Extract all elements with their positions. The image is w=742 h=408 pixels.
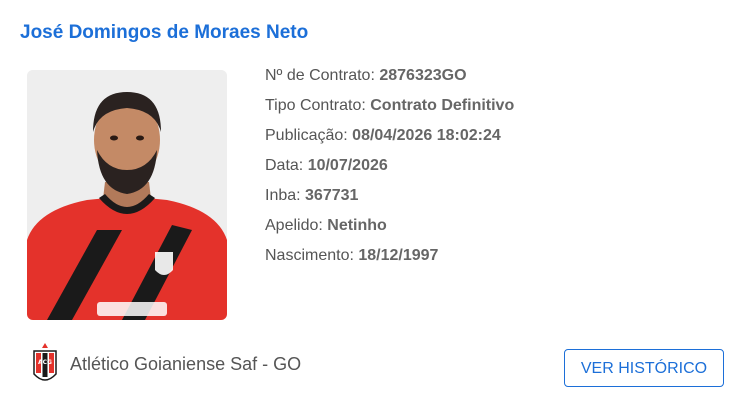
field-value: 08/04/2026 18:02:24 [352, 127, 501, 144]
field-value: 18/12/1997 [358, 247, 439, 264]
field-label: Tipo Contrato: [265, 97, 371, 114]
club-crest-icon: ACG [33, 343, 57, 381]
field-date: Data: 10/07/2026 [265, 156, 514, 186]
player-name: José Domingos de Moraes Neto [20, 22, 309, 43]
field-publication: Publicação: 08/04/2026 18:02:24 [265, 126, 514, 156]
field-nickname: Apelido: Netinho [265, 216, 514, 246]
field-label: Nascimento: [265, 247, 359, 264]
field-label: Nº de Contrato: [265, 67, 380, 84]
field-label: Apelido: [265, 217, 328, 234]
field-label: Data: [265, 157, 308, 174]
player-photo-illustration [27, 70, 227, 320]
player-photo [27, 70, 227, 320]
field-value: 10/07/2026 [307, 157, 388, 174]
club-crest-letters: ACG [38, 359, 52, 366]
field-value: 367731 [305, 187, 359, 204]
contract-details: Nº de Contrato: 2876323GO Tipo Contrato:… [265, 66, 514, 276]
field-value: Contrato Definitivo [370, 97, 515, 114]
field-contract-type: Tipo Contrato: Contrato Definitivo [265, 96, 514, 126]
field-birth: Nascimento: 18/12/1997 [265, 246, 514, 276]
field-inba: Inba: 367731 [265, 186, 514, 216]
view-history-button[interactable]: VER HISTÓRICO [564, 349, 724, 387]
club-info: ACG Atlético Goianiense Saf - GO [30, 342, 301, 386]
field-value: 2876323GO [379, 67, 467, 84]
field-contract-number: Nº de Contrato: 2876323GO [265, 66, 514, 96]
field-value: Netinho [327, 217, 387, 234]
field-label: Inba: [265, 187, 306, 204]
field-label: Publicação: [265, 127, 353, 144]
club-name: Atlético Goianiense Saf - GO [70, 353, 302, 374]
